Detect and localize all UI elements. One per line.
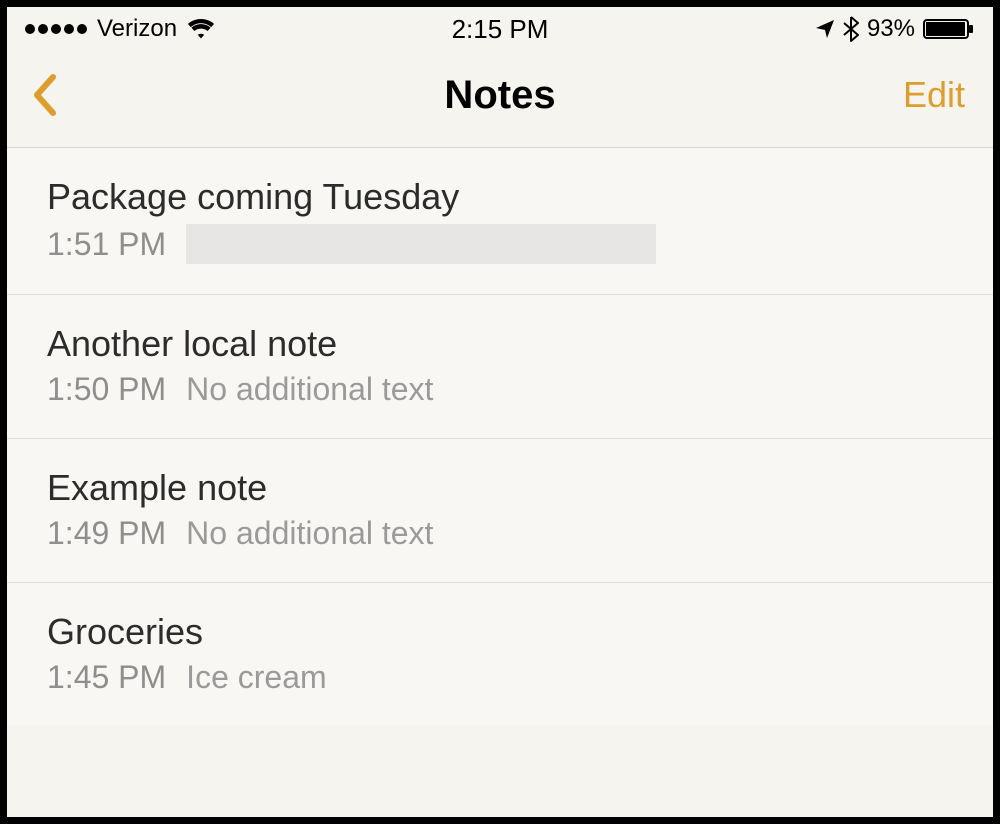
- bluetooth-icon: [843, 16, 859, 42]
- wifi-icon: [187, 18, 215, 40]
- list-item[interactable]: Example note 1:49 PM No additional text: [7, 439, 993, 583]
- note-title: Example note: [47, 467, 959, 509]
- status-right: 93%: [815, 15, 975, 43]
- notes-list: Package coming Tuesday 1:51 PM Another l…: [7, 148, 993, 726]
- note-meta: 1:45 PM Ice cream: [47, 659, 959, 696]
- signal-strength-icon: [25, 24, 87, 34]
- nav-bar: Notes Edit: [7, 49, 993, 148]
- battery-icon: [923, 18, 975, 40]
- list-item[interactable]: Groceries 1:45 PM Ice cream: [7, 583, 993, 726]
- note-meta: 1:51 PM: [47, 224, 959, 264]
- note-preview: Ice cream: [186, 659, 326, 696]
- note-time: 1:50 PM: [47, 371, 166, 408]
- location-icon: [815, 19, 835, 39]
- note-title: Groceries: [47, 611, 959, 653]
- carrier-label: Verizon: [97, 15, 177, 43]
- note-preview: No additional text: [186, 515, 433, 552]
- note-time: 1:49 PM: [47, 515, 166, 552]
- battery-percentage: 93%: [867, 15, 915, 43]
- note-meta: 1:50 PM No additional text: [47, 371, 959, 408]
- status-left: Verizon: [25, 15, 215, 43]
- status-bar: Verizon 2:15 PM 93%: [7, 7, 993, 49]
- note-title: Package coming Tuesday: [47, 176, 959, 218]
- note-title: Another local note: [47, 323, 959, 365]
- list-item[interactable]: Package coming Tuesday 1:51 PM: [7, 148, 993, 295]
- page-title: Notes: [444, 73, 555, 118]
- edit-button[interactable]: Edit: [903, 74, 965, 116]
- note-meta: 1:49 PM No additional text: [47, 515, 959, 552]
- status-time: 2:15 PM: [452, 14, 549, 45]
- list-item[interactable]: Another local note 1:50 PM No additional…: [7, 295, 993, 439]
- redacted-preview: [186, 224, 656, 264]
- note-time: 1:45 PM: [47, 659, 166, 696]
- note-time: 1:51 PM: [47, 226, 166, 263]
- back-button[interactable]: [31, 73, 65, 117]
- note-preview: No additional text: [186, 371, 433, 408]
